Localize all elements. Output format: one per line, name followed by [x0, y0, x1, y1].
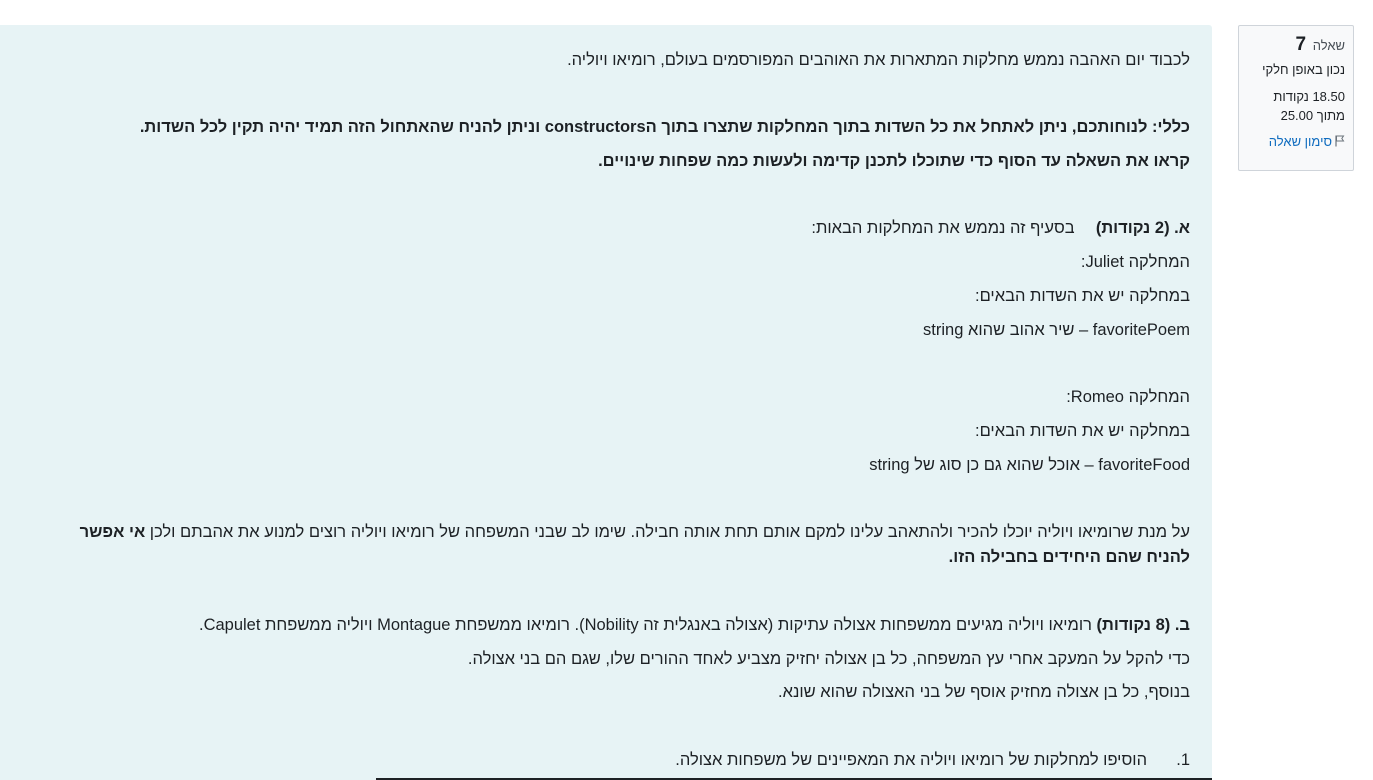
part-b-line-2: כדי להקל על המעקב אחרי עץ המשפחה, כל בן …: [467, 650, 1190, 668]
story-line-1-text: על מנת שרומיאו ויוליה יוכלו להכיר ולהתאה…: [145, 523, 1190, 541]
juliet-field: favoritePoem – שיר אהוב שהוא string: [923, 321, 1190, 339]
question-state: נכון באופן חלקי: [1262, 62, 1345, 77]
grade-points: 18.50 נקודות: [1273, 89, 1345, 104]
intro-text: לכבוד יום האהבה נממש מחלקות המתארות את ה…: [567, 51, 1190, 69]
juliet-class-title: המחלקה Juliet:: [1080, 253, 1190, 271]
read-note: קראו את השאלה עד הסוף כדי שתוכלו לתכנן ק…: [598, 152, 1190, 170]
question-number-value: 7: [1295, 34, 1307, 55]
part-b-heading: ב. (8 נקודות) רומיאו ויוליה מגיעים ממשפח…: [199, 613, 1190, 637]
part-a-label: א. (2 נקודות): [1095, 219, 1190, 237]
flag-icon: [1335, 135, 1345, 147]
list-item-1: 1. הוסיפו למחלקות של רומיאו ויוליה את המ…: [675, 748, 1190, 772]
question-info-box: שאלה 7 נכון באופן חלקי 18.50 נקודות מתוך…: [1238, 25, 1354, 171]
part-a-heading: א. (2 נקודות) בסעיף זה נממש את המחלקות ה…: [811, 216, 1190, 240]
romeo-field: favoriteFood – אוכל שהוא גם כן סוג של st…: [869, 456, 1190, 474]
grade-max: מתוך 25.00: [1280, 108, 1345, 123]
story-line-1: על מנת שרומיאו ויוליה יוכלו להכיר ולהתאה…: [80, 520, 1190, 544]
question-number: שאלה 7: [1247, 34, 1345, 57]
list-item-1-number: 1.: [1176, 751, 1190, 769]
question-grade: 18.50 נקודות מתוך 25.00: [1247, 87, 1345, 125]
part-b-text: רומיאו ויוליה מגיעים ממשפחות אצולה עתיקו…: [198, 616, 1092, 634]
part-a-text: בסעיף זה נממש את המחלקות הבאות:: [811, 219, 1075, 237]
story-line-2: להניח שהם היחידים בחבילה הזו.: [948, 548, 1190, 566]
flag-question-label: סימון שאלה: [1268, 134, 1332, 149]
question-label: שאלה: [1312, 38, 1345, 53]
list-item-1-text: הוסיפו למחלקות של רומיאו ויוליה את המאפי…: [675, 751, 1148, 769]
romeo-class-title: המחלקה Romeo:: [1066, 388, 1190, 406]
flag-question-link[interactable]: סימון שאלה: [1247, 133, 1345, 151]
general-note: כללי: לנוחותכם, ניתן לאתחל את כל השדות ב…: [139, 118, 1190, 136]
part-b-line-3: בנוסף, כל בן אצולה מחזיק אוסף של בני האצ…: [778, 683, 1190, 701]
question-text-panel: לכבוד יום האהבה נממש מחלקות המתארות את ה…: [0, 25, 1212, 780]
part-b-label: ב. (8 נקודות): [1096, 616, 1190, 634]
romeo-fields-intro: במחלקה יש את השדות הבאים:: [974, 422, 1190, 440]
story-line-1-bold: אי אפשר: [79, 523, 146, 541]
quiz-page: שאלה 7 נכון באופן חלקי 18.50 נקודות מתוך…: [0, 0, 1373, 780]
juliet-fields-intro: במחלקה יש את השדות הבאים:: [974, 287, 1190, 305]
